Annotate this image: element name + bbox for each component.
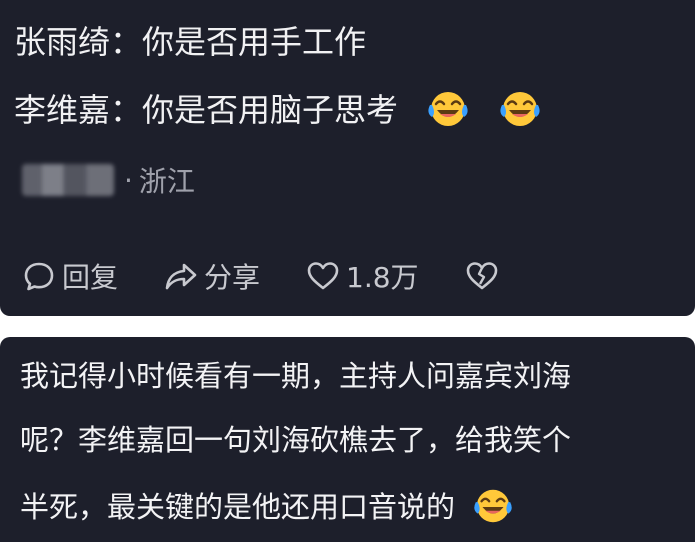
comment-actions: 回复 分享 1.8万 [22,252,505,300]
laughing-tears-emoji-icon [500,92,540,126]
comment-bubble-icon [24,262,54,291]
meta-dot: · [124,163,133,197]
broken-heart-icon [466,262,497,290]
location-label: 浙江 [138,165,195,198]
reply-button[interactable]: 回复 [22,256,118,296]
dialogue-line-1: 张雨绮：你是否用手工作 [14,22,685,62]
dislike-button[interactable] [465,259,505,293]
separator: ： [110,91,143,129]
dialogue-text: 你是否用脑子思考 [142,91,399,129]
like-button[interactable]: 1.8万 [306,256,419,296]
share-label: 分享 [204,261,261,294]
dialogue-line-2: 李维嘉：你是否用脑子思考 [14,90,685,131]
speaker-name: 李维嘉 [14,91,111,129]
reply-label: 回复 [62,261,119,294]
comment-text-line-1: 我记得小时候看有一期，主持人问嘉宾刘海 [20,359,572,393]
separator: ： [110,23,143,61]
comment-text: 半死，最关键的是他还用口音说的 [20,490,456,524]
comment-meta: · 浙江 [22,158,195,202]
dialogue-text: 你是否用手工作 [142,23,367,61]
blurred-username [22,164,114,196]
laughing-tears-emoji-icon [474,489,512,523]
share-button[interactable]: 分享 [164,256,260,296]
like-count: 1.8万 [346,261,419,294]
comment-text-line-2: 呢？李维嘉回一句刘海砍樵去了，给我笑个 [20,423,572,457]
comment-text-line-3: 半死，最关键的是他还用口音说的 [20,487,687,527]
comment-card-top: 张雨绮：你是否用手工作 李维嘉：你是否用脑子思考 · 浙江 回复 分享 1.8万 [0,0,695,316]
heart-icon [307,262,339,290]
laughing-tears-emoji-icon [428,92,468,126]
share-arrow-icon [165,263,197,290]
speaker-name: 张雨绮 [14,23,111,61]
